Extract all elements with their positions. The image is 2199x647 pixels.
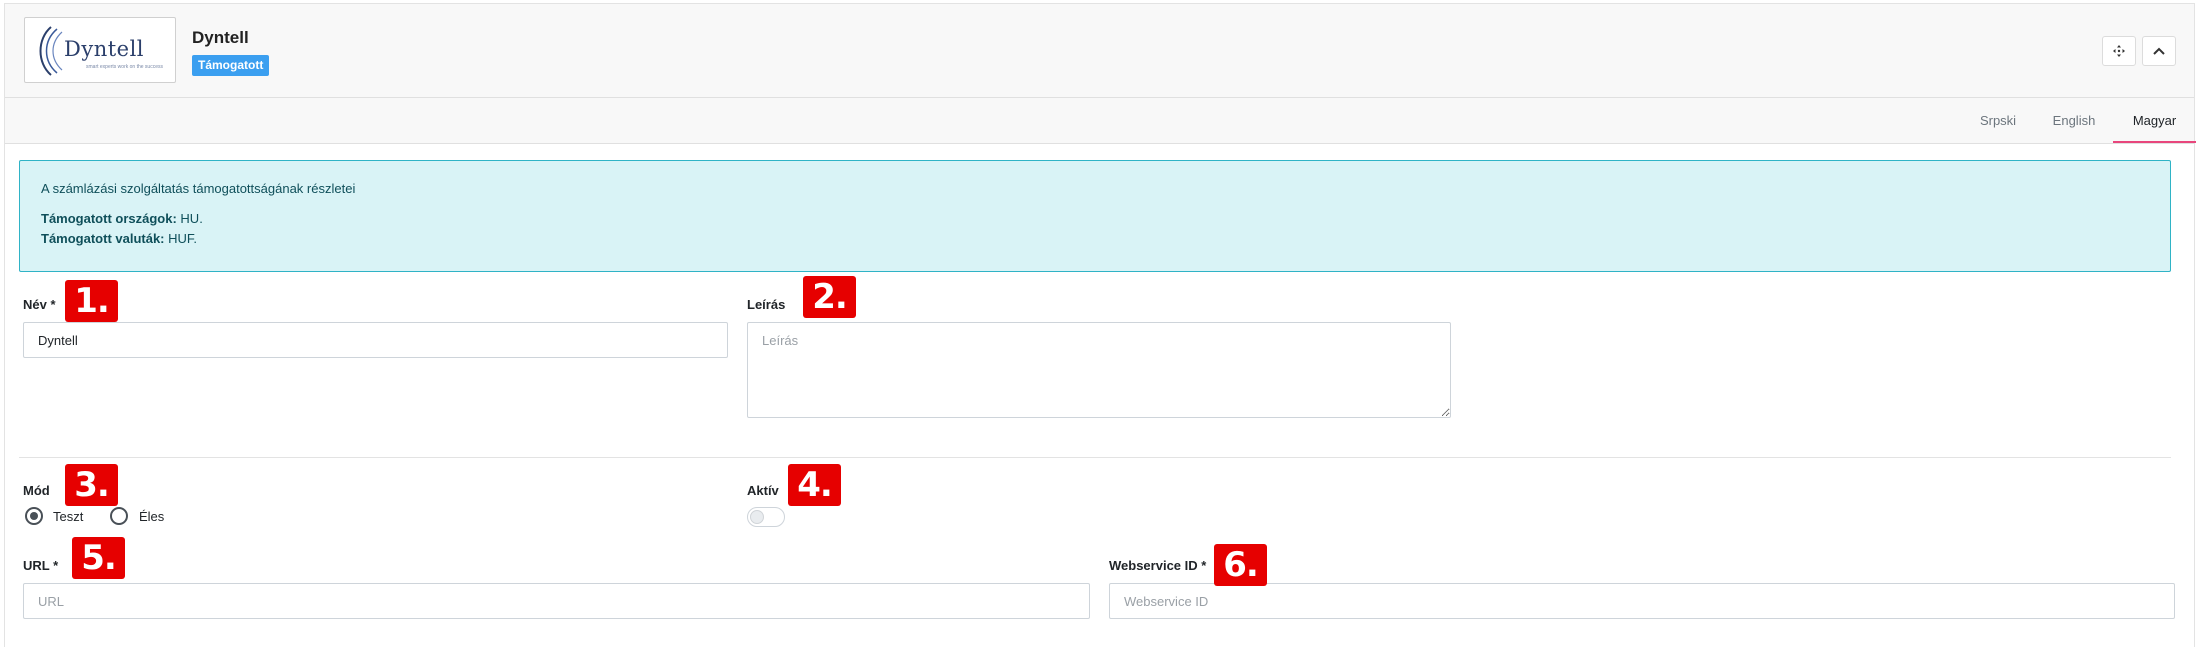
logo-wordmark: Dyntell xyxy=(64,37,145,61)
vendor-logo: Dyntell smart experts work on the succes… xyxy=(24,17,176,83)
active-label: Aktív xyxy=(747,483,779,498)
description-textarea[interactable] xyxy=(747,322,1451,418)
move-icon xyxy=(2113,45,2125,57)
mode-radio-eles[interactable] xyxy=(110,507,128,525)
name-input[interactable] xyxy=(23,322,728,358)
toggle-knob xyxy=(750,510,764,524)
annotation-marker-5: 5. xyxy=(72,537,125,579)
alert-title: A számlázási szolgáltatás támogatottságá… xyxy=(41,181,356,196)
supported-countries-label: Támogatott országok: xyxy=(41,211,177,226)
name-label: Név * xyxy=(23,297,56,312)
status-badge: Támogatott xyxy=(192,55,270,76)
mode-label: Mód xyxy=(23,483,50,498)
collapse-button[interactable] xyxy=(2142,36,2176,66)
mode-radio-teszt-label[interactable]: Teszt xyxy=(53,509,83,524)
supported-countries-value: HU. xyxy=(180,211,203,226)
annotation-marker-6: 6. xyxy=(1214,544,1267,586)
mode-radio-teszt[interactable] xyxy=(25,507,43,525)
section-divider xyxy=(19,457,2171,458)
url-input[interactable] xyxy=(23,583,1090,619)
supported-currencies: Támogatott valuták: HUF. xyxy=(41,231,197,246)
language-tabs: Srpski English Magyar xyxy=(5,98,2196,144)
webservice-id-input[interactable] xyxy=(1109,583,2175,619)
supported-countries: Támogatott országok: HU. xyxy=(41,211,203,226)
logo-tagline: smart experts work on the success xyxy=(86,64,163,70)
tab-srpski[interactable]: Srpski xyxy=(1968,98,2028,143)
description-label: Leírás xyxy=(747,297,786,312)
vendor-name: Dyntell xyxy=(192,28,249,47)
logo-swoosh-icon xyxy=(39,26,63,76)
mode-radio-eles-label[interactable]: Éles xyxy=(139,509,164,524)
move-button[interactable] xyxy=(2102,36,2136,66)
url-label: URL * xyxy=(23,558,59,573)
annotation-marker-3: 3. xyxy=(65,464,118,506)
annotation-marker-1: 1. xyxy=(65,280,118,322)
webservice-id-label: Webservice ID * xyxy=(1109,558,1207,573)
support-info-alert: A számlázási szolgáltatás támogatottságá… xyxy=(19,160,2171,272)
tab-english[interactable]: English xyxy=(2040,98,2108,143)
annotation-marker-4: 4. xyxy=(788,464,841,506)
annotation-marker-2: 2. xyxy=(803,276,856,318)
supported-currencies-label: Támogatott valuták: xyxy=(41,231,165,246)
active-toggle[interactable] xyxy=(747,507,785,527)
tab-magyar[interactable]: Magyar xyxy=(2113,98,2196,143)
chevron-up-icon xyxy=(2153,47,2165,55)
supported-currencies-value: HUF. xyxy=(168,231,198,246)
card-header: Dyntell smart experts work on the succes… xyxy=(5,4,2194,98)
